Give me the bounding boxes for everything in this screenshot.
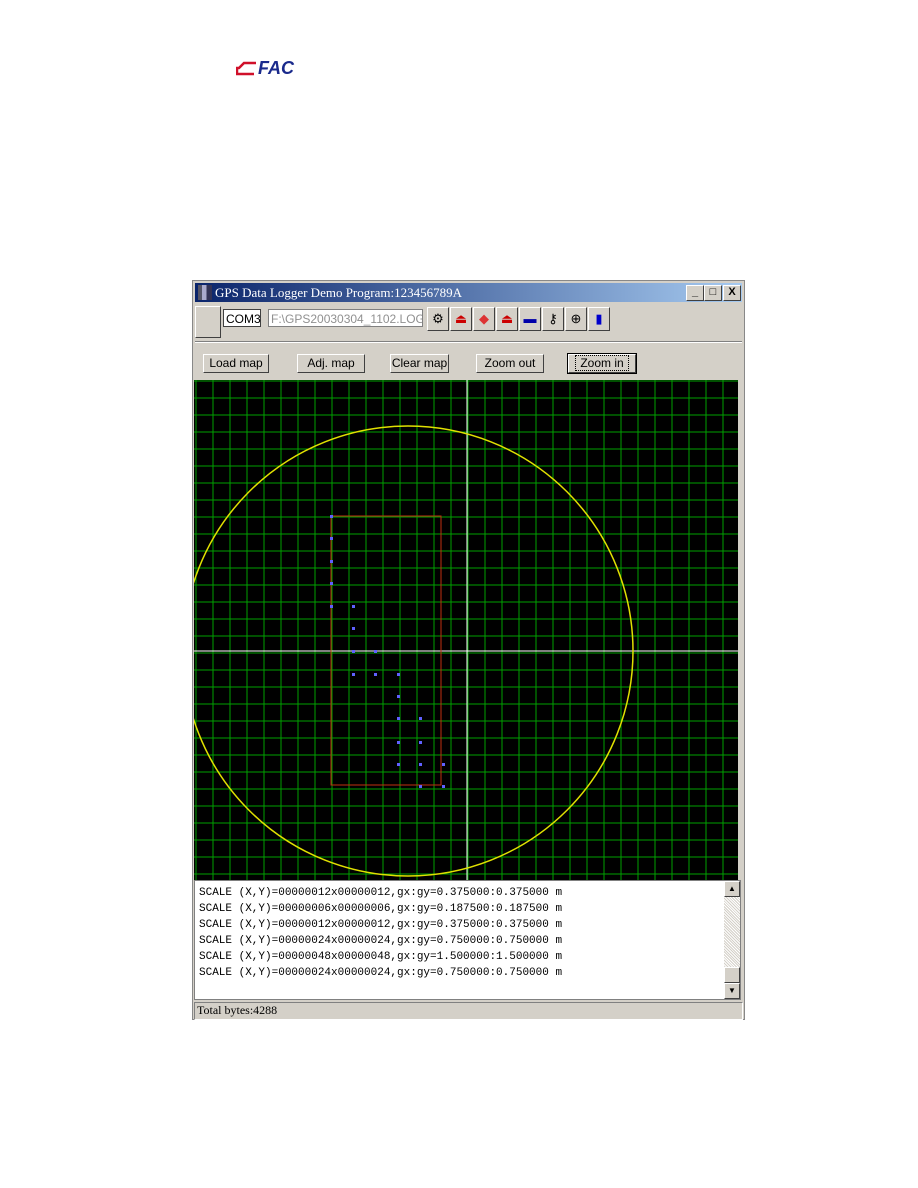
log-line: SCALE (X,Y)=00000024x00000024,gx:gy=0.75… (199, 967, 563, 979)
car-logo-icon (236, 61, 256, 76)
gps-track-point (442, 785, 445, 788)
log-lines: SCALE (X,Y)=00000012x00000012,gx:gy=0.37… (199, 885, 562, 981)
title-bar[interactable]: GPS Data Logger Demo Program:123456789A … (195, 283, 742, 302)
gps-track-point (330, 515, 333, 518)
status-bar: Total bytes:4288 (194, 1002, 743, 1020)
log-line: SCALE (X,Y)=00000024x00000024,gx:gy=0.75… (199, 935, 563, 947)
close-button[interactable]: X (723, 285, 741, 301)
log-line: SCALE (X,Y)=00000048x00000048,gx:gy=1.50… (199, 951, 563, 963)
gps-track-point (352, 650, 355, 653)
gps-track-point (419, 741, 422, 744)
upload-icon[interactable]: ⏏ (450, 307, 472, 331)
gps-track-point (352, 605, 355, 608)
zoom-in-label: Zoom in (575, 355, 629, 371)
gps-track-point (442, 763, 445, 766)
gps-track-point (419, 785, 422, 788)
fac-logo: FAC (236, 58, 306, 80)
divider (195, 341, 742, 343)
adj-map-button[interactable]: Adj. map (297, 354, 365, 373)
blank-button[interactable] (195, 306, 221, 338)
clear-map-button[interactable]: Clear map (390, 354, 449, 373)
log-output[interactable]: SCALE (X,Y)=00000012x00000012,gx:gy=0.37… (194, 880, 741, 1000)
gps-track-point (330, 537, 333, 540)
minimize-button[interactable]: _ (686, 285, 704, 301)
gps-track-point (397, 763, 400, 766)
target-icon[interactable]: ⊕ (565, 307, 587, 331)
scroll-thumb[interactable] (724, 967, 740, 983)
gps-track-point (397, 695, 400, 698)
log-line: SCALE (X,Y)=00000012x00000012,gx:gy=0.37… (199, 887, 563, 899)
gps-track-point (330, 560, 333, 563)
gps-track-point (330, 605, 333, 608)
gps-track-point (419, 717, 422, 720)
gps-track-point (374, 673, 377, 676)
scroll-up-icon[interactable]: ▲ (724, 881, 740, 897)
maximize-button[interactable]: □ (704, 285, 722, 301)
log-scrollbar[interactable]: ▲ ▼ (724, 881, 740, 999)
connect-icon[interactable]: ⚙ (427, 307, 449, 331)
ship-icon[interactable]: ▬ (519, 307, 541, 331)
log-file-field[interactable]: F:\GPS20030304_1102.LOG (268, 309, 423, 327)
gps-track-point (397, 717, 400, 720)
app-icon (198, 285, 212, 300)
download-icon[interactable]: ⏏ (496, 307, 518, 331)
exit-door-icon[interactable]: ▮ (588, 307, 610, 331)
logo-text: FAC (258, 58, 294, 78)
erase-icon[interactable]: ◆ (473, 307, 495, 331)
log-line: SCALE (X,Y)=00000012x00000012,gx:gy=0.37… (199, 919, 563, 931)
zoom-in-button[interactable]: Zoom in (567, 353, 637, 374)
scroll-down-icon[interactable]: ▼ (724, 983, 740, 999)
gps-track-point (330, 582, 333, 585)
log-line: SCALE (X,Y)=00000006x00000006,gx:gy=0.18… (199, 903, 563, 915)
load-map-button[interactable]: Load map (203, 354, 269, 373)
gps-track-point (397, 673, 400, 676)
gps-track-point (352, 673, 355, 676)
window-title: GPS Data Logger Demo Program:123456789A (215, 285, 462, 300)
gps-track-point (352, 627, 355, 630)
zoom-out-button[interactable]: Zoom out (476, 354, 544, 373)
com-port-field[interactable]: COM3 (223, 309, 261, 327)
gps-track-point (374, 650, 377, 653)
gps-track-point (397, 741, 400, 744)
gps-track-point (419, 763, 422, 766)
key-icon[interactable]: ⚷ (542, 307, 564, 331)
app-window: GPS Data Logger Demo Program:123456789A … (192, 280, 745, 1020)
gps-map-canvas[interactable] (194, 380, 738, 880)
